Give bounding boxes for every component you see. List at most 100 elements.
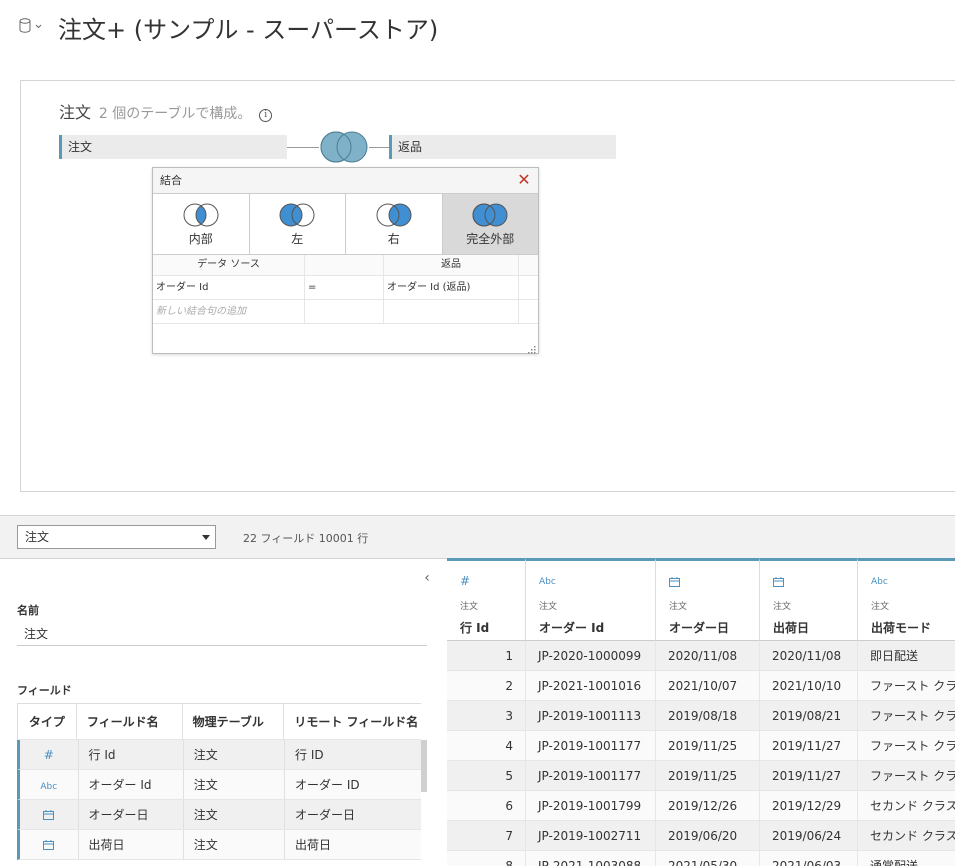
- calendar-icon[interactable]: [20, 800, 79, 829]
- grid-cell[interactable]: 2019/08/21: [760, 701, 858, 731]
- grid-cell[interactable]: 2021/10/07: [656, 671, 760, 701]
- number-type-icon[interactable]: #: [460, 574, 470, 588]
- table-row[interactable]: オーダー日 注文 オーダー日: [17, 800, 421, 830]
- grid-cell[interactable]: セカンド クラス: [858, 821, 955, 851]
- physical-table: 注文: [184, 770, 286, 799]
- field-name[interactable]: 出荷日: [79, 830, 184, 859]
- name-label: 名前: [17, 604, 39, 617]
- add-join-clause[interactable]: 新しい結合句の追加: [153, 300, 305, 323]
- grid-column-header[interactable]: 注文 出荷日: [760, 558, 858, 641]
- grid-cell[interactable]: JP-2019-1001177: [526, 761, 656, 791]
- column-header-field-name[interactable]: フィールド名: [77, 704, 183, 739]
- table-row[interactable]: Abc オーダー Id 注文 オーダー ID: [17, 770, 421, 800]
- datasource-icon[interactable]: [18, 16, 44, 36]
- grid-cell[interactable]: 2019/11/25: [656, 731, 760, 761]
- grid-cell[interactable]: 2019/12/26: [656, 791, 760, 821]
- field-name[interactable]: 行 Id: [79, 740, 184, 769]
- clause-operator[interactable]: =: [305, 276, 384, 299]
- grid-cell[interactable]: JP-2021-1003088: [526, 851, 656, 866]
- close-icon[interactable]: ✕: [514, 169, 534, 191]
- grid-cell[interactable]: 即日配送: [858, 641, 955, 671]
- info-icon[interactable]: i: [259, 109, 273, 122]
- number-type-icon[interactable]: #: [20, 740, 79, 769]
- field-name[interactable]: オーダー日: [79, 800, 184, 829]
- grid-cell[interactable]: JP-2019-1001799: [526, 791, 656, 821]
- grid-cell[interactable]: 2021/05/30: [656, 851, 760, 866]
- page-title[interactable]: 注文+ (サンプル - スーパーストア): [58, 10, 438, 45]
- name-field[interactable]: 注文: [17, 622, 427, 646]
- grid-cell[interactable]: 通常配送: [858, 851, 955, 866]
- table-row[interactable]: # 行 Id 注文 行 ID: [17, 740, 421, 770]
- grid-cell[interactable]: JP-2021-1001016: [526, 671, 656, 701]
- grid-cell[interactable]: 3: [447, 701, 526, 731]
- grid-cell[interactable]: 2021/06/03: [760, 851, 858, 866]
- join-type-full-outer[interactable]: 完全外部: [442, 194, 538, 254]
- clause-header-left: データ ソース: [153, 255, 305, 275]
- join-clause-row[interactable]: オーダー Id = オーダー Id (返品): [153, 276, 538, 300]
- table-row[interactable]: 出荷日 注文 出荷日: [17, 830, 421, 860]
- grid-column-header[interactable]: # 注文行 Id: [447, 558, 526, 641]
- grid-cell[interactable]: 2020/11/08: [760, 641, 858, 671]
- grid-cell[interactable]: セカンド クラス: [858, 791, 955, 821]
- calendar-icon[interactable]: [773, 577, 784, 590]
- grid-column-name: 出荷モード: [871, 621, 932, 635]
- column-header-remote-field[interactable]: リモート フィールド名: [284, 704, 421, 739]
- grid-cell[interactable]: 4: [447, 731, 526, 761]
- grid-cell[interactable]: ファースト クラス: [858, 671, 955, 701]
- collapse-panel-icon[interactable]: ‹: [421, 570, 433, 586]
- calendar-icon[interactable]: [20, 830, 79, 859]
- column-header-type[interactable]: タイプ: [18, 704, 77, 739]
- string-type-icon[interactable]: Abc: [539, 577, 556, 587]
- fields-scrollbar[interactable]: [421, 740, 427, 792]
- logical-table-subtitle: 2 個のテーブルで構成。: [98, 106, 252, 122]
- grid-column-header[interactable]: 注文 オーダー日: [656, 558, 760, 641]
- column-header-physical-table[interactable]: 物理テーブル: [183, 704, 285, 739]
- grid-cell[interactable]: 2019/11/27: [760, 761, 858, 791]
- field-name[interactable]: オーダー Id: [79, 770, 184, 799]
- grid-cell[interactable]: JP-2019-1002711: [526, 821, 656, 851]
- grid-cell[interactable]: 5: [447, 761, 526, 791]
- join-type-left[interactable]: 左: [250, 194, 346, 254]
- grid-cell[interactable]: JP-2019-1001113: [526, 701, 656, 731]
- grid-column-header[interactable]: Abc 注文 出荷モード: [858, 558, 955, 641]
- grid-cell[interactable]: 2019/06/24: [760, 821, 858, 851]
- grid-cell[interactable]: 6: [447, 791, 526, 821]
- grid-cell[interactable]: 1: [447, 641, 526, 671]
- grid-cell[interactable]: ファースト クラス: [858, 761, 955, 791]
- grid-cell[interactable]: 2019/11/27: [760, 731, 858, 761]
- join-dialog: 結合 ✕ 内部 左 右 完全外部 データ ソース 返品 オーダー Id = オー…: [152, 167, 539, 354]
- grid-column-source: 注文: [539, 602, 558, 612]
- grid-cell[interactable]: JP-2020-1000099: [526, 641, 656, 671]
- table-select[interactable]: 注文: [17, 525, 216, 549]
- resize-grip-icon[interactable]: [528, 343, 536, 354]
- grid-cell[interactable]: 8: [447, 851, 526, 866]
- grid-cell[interactable]: 2020/11/08: [656, 641, 760, 671]
- join-type-right[interactable]: 右: [346, 194, 443, 254]
- table-toolbar: 注文 22 フィールド 10001 行: [0, 515, 955, 559]
- grid-cell[interactable]: 2019/06/20: [656, 821, 760, 851]
- grid-cell[interactable]: 2021/10/10: [760, 671, 858, 701]
- chevron-down-icon: [202, 535, 210, 540]
- grid-cell[interactable]: ファースト クラス: [858, 731, 955, 761]
- grid-cell[interactable]: ファースト クラス: [858, 701, 955, 731]
- grid-cell[interactable]: 2019/12/29: [760, 791, 858, 821]
- clause-header-op: [305, 255, 384, 275]
- grid-cell[interactable]: 2019/11/25: [656, 761, 760, 791]
- calendar-icon[interactable]: [669, 577, 680, 590]
- string-type-icon[interactable]: Abc: [871, 577, 888, 587]
- join-venn-icon[interactable]: [319, 131, 369, 163]
- add-join-clause-row[interactable]: 新しい結合句の追加: [153, 300, 538, 324]
- right-table-pill[interactable]: 返品: [389, 135, 616, 159]
- string-type-icon[interactable]: Abc: [20, 770, 79, 799]
- clause-left-field[interactable]: オーダー Id: [153, 276, 305, 299]
- physical-table: 注文: [184, 800, 286, 829]
- grid-cell[interactable]: 2019/08/18: [656, 701, 760, 731]
- join-connector-left: [287, 147, 319, 148]
- grid-cell[interactable]: JP-2019-1001177: [526, 731, 656, 761]
- left-table-pill[interactable]: 注文: [59, 135, 287, 159]
- join-type-inner[interactable]: 内部: [153, 194, 250, 254]
- clause-right-field[interactable]: オーダー Id (返品): [384, 276, 519, 299]
- grid-cell[interactable]: 7: [447, 821, 526, 851]
- grid-column-header[interactable]: Abc 注文 オーダー Id: [526, 558, 656, 641]
- grid-cell[interactable]: 2: [447, 671, 526, 701]
